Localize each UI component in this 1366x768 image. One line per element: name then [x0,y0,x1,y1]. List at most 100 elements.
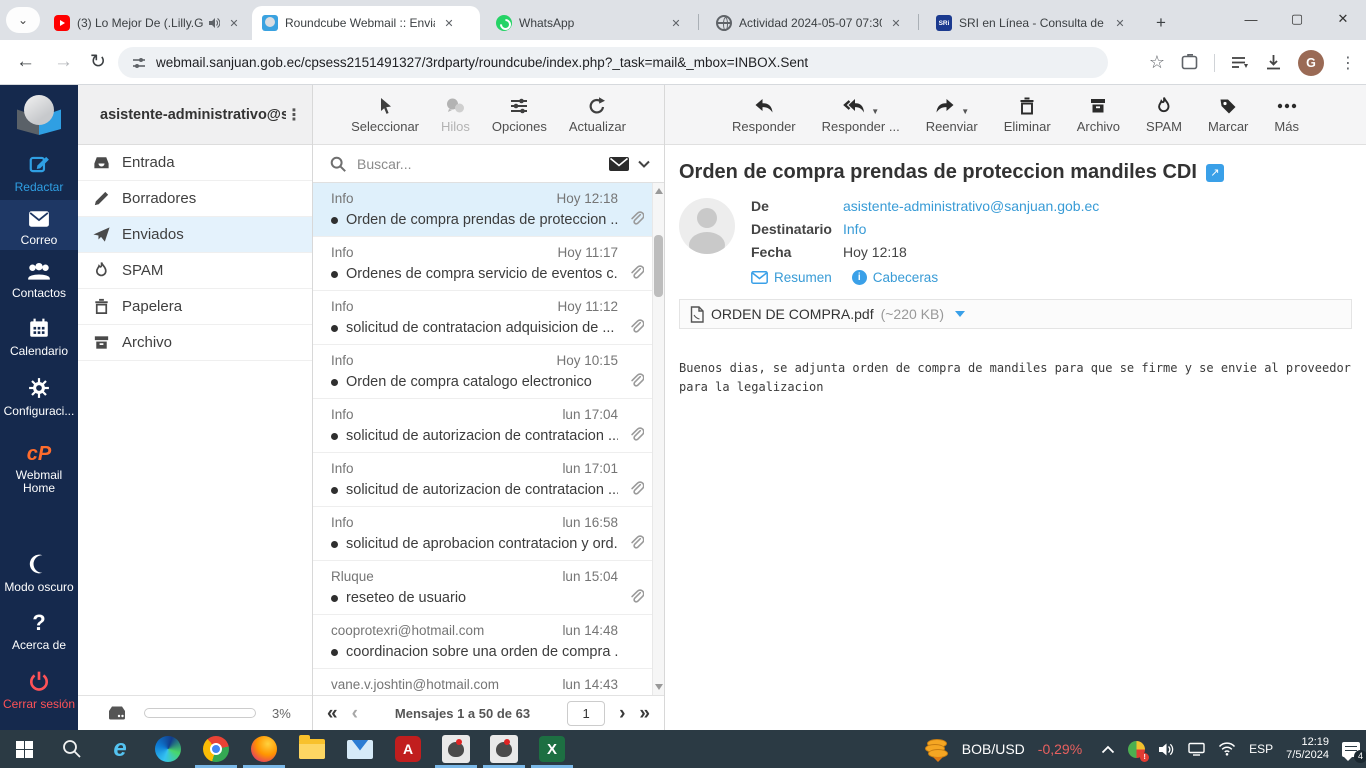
refresh-button[interactable]: ↻ [90,51,106,74]
select-button[interactable]: Seleccionar [351,96,419,134]
threads-button[interactable]: Hilos [441,96,470,134]
attachment-row[interactable]: ORDEN DE COMPRA.pdf (~220 KB) [679,299,1352,329]
more-button[interactable]: Más [1274,96,1299,134]
minimize-button[interactable]: — [1228,0,1274,38]
headers-link[interactable]: i Cabeceras [851,270,938,285]
taskbar-java-app-1[interactable] [432,730,480,768]
sidebar-item-compose[interactable]: Redactar [0,153,78,194]
taskbar-mail[interactable] [336,730,384,768]
folder-item-drafts[interactable]: Borradores [78,181,312,217]
hidden-icons-chevron[interactable] [1101,745,1115,754]
list-scrollbar[interactable] [652,183,664,695]
taskbar-excel[interactable]: X [528,730,576,768]
taskbar-search[interactable] [48,730,96,768]
tab-close-icon[interactable]: ✕ [226,15,242,31]
taskbar-acrobat[interactable]: A [384,730,432,768]
reply-button[interactable]: Responder [732,96,796,134]
tab-close-icon[interactable]: ✕ [441,15,457,31]
taskbar-java-app-2[interactable] [480,730,528,768]
first-page-button[interactable]: « [327,704,338,723]
cast-display-icon[interactable] [1188,742,1205,756]
sidebar-item-dark-mode[interactable]: Modo oscuro [0,553,78,594]
prev-page-button[interactable]: ‹ [352,704,358,723]
new-tab-button[interactable]: + [1148,10,1174,36]
last-page-button[interactable]: » [639,704,650,723]
message-row[interactable]: Info Hoy 11:17 Ordenes de compra servici… [313,237,664,291]
forward-button[interactable]: → [54,51,73,73]
tab-roundcube-active[interactable]: Roundcube Webmail :: Envia ✕ [252,6,480,40]
sidebar-item-mail[interactable]: Correo [0,200,78,250]
address-bar[interactable]: webmail.sanjuan.gob.ec/cpsess2151491327/… [118,47,1108,78]
sidebar-item-contacts[interactable]: Contactos [0,261,78,300]
tab-sri[interactable]: SRi SRI en Línea - Consulta de R ✕ [926,6,1136,40]
taskbar-firefox[interactable] [240,730,288,768]
message-row[interactable]: Info lun 16:58 solicitud de aprobacion c… [313,507,664,561]
notification-center-icon[interactable]: 4 [1342,741,1366,763]
sidebar-item-about[interactable]: ? Acerca de [0,610,78,652]
scroll-up-arrow[interactable] [655,188,663,194]
account-menu-icon[interactable]: ⋮ [286,105,302,125]
taskbar-file-explorer[interactable] [288,730,336,768]
archive-button[interactable]: Archivo [1077,96,1120,134]
refresh-list-button[interactable]: Actualizar [569,96,626,134]
widget-currency-pair[interactable]: BOB/USD [962,741,1025,757]
message-row[interactable]: cooprotexri@hotmail.com lun 14:48 coordi… [313,615,664,669]
taskbar-clock[interactable]: 12:19 7/5/2024 [1286,736,1329,762]
search-scope-envelope-icon[interactable] [608,156,630,172]
close-button[interactable]: ✕ [1320,0,1366,38]
profile-avatar[interactable]: G [1298,49,1324,76]
sidebar-item-webmail-home[interactable]: cP Webmail Home [0,443,78,495]
message-row[interactable]: Info Hoy 12:18 Orden de compra prendas d… [313,183,664,237]
market-widget-icon[interactable] [924,738,949,762]
spam-button[interactable]: SPAM [1146,96,1182,134]
sidebar-item-calendar[interactable]: Calendario [0,317,78,358]
playlist-icon[interactable] [1231,55,1249,71]
maximize-button[interactable]: ▢ [1274,0,1320,38]
options-button[interactable]: Opciones [492,96,547,134]
browser-menu-icon[interactable]: ⋮ [1340,53,1356,73]
open-in-new-window-icon[interactable]: ↗ [1205,163,1224,182]
tab-youtube[interactable]: (3) Lo Mejor De (.Lilly.Go ✕ [44,6,250,40]
sidebar-item-logout[interactable]: Cerrar sesión [0,670,78,711]
chevron-down-icon[interactable] [638,160,650,168]
wifi-icon[interactable] [1218,742,1236,756]
folder-item-archive[interactable]: Archivo [78,325,312,361]
tab-close-icon[interactable]: ✕ [1112,15,1128,31]
attachment-menu-caret[interactable] [955,311,966,317]
tab-whatsapp[interactable]: WhatsApp ✕ [486,6,692,40]
folder-item-spam[interactable]: SPAM [78,253,312,289]
message-row[interactable]: vane.v.joshtin@hotmail.com lun 14:43 [313,669,664,695]
next-page-button[interactable]: › [619,704,625,723]
dropdown-caret[interactable]: ▼ [961,107,969,116]
message-row[interactable]: Info lun 17:01 solicitud de autorizacion… [313,453,664,507]
language-indicator[interactable]: ESP [1249,742,1273,756]
dropdown-caret[interactable]: ▼ [871,107,879,116]
mark-button[interactable]: Marcar [1208,96,1248,134]
volume-icon[interactable] [1158,742,1175,757]
taskbar-chrome[interactable] [192,730,240,768]
taskbar-edge[interactable] [144,730,192,768]
security-status-icon[interactable] [1128,740,1150,762]
tab-scroll-button[interactable]: ⌄ [6,7,40,33]
from-address-link[interactable]: asistente-administrativo@sanjuan.gob.ec [843,198,1099,214]
message-row[interactable]: Info Hoy 11:12 solicitud de contratacion… [313,291,664,345]
start-button[interactable] [0,730,48,768]
to-address-link[interactable]: Info [843,221,866,237]
back-button[interactable]: ← [16,51,35,73]
attachment-name[interactable]: ORDEN DE COMPRA.pdf [711,306,874,322]
tab-close-icon[interactable]: ✕ [888,15,904,31]
forward-button[interactable]: ▼ Reenviar [926,96,978,134]
reply-all-button[interactable]: ▼ Responder ... [822,96,900,134]
tab-actividad[interactable]: Actividad 2024-05-07 07:30: ✕ [706,6,912,40]
delete-button[interactable]: Eliminar [1004,96,1051,134]
widget-change-percent[interactable]: -0,29% [1038,741,1082,757]
folder-item-sent[interactable]: Enviados [78,217,312,253]
folder-item-inbox[interactable]: Entrada [78,145,312,181]
scrollbar-thumb[interactable] [654,235,663,297]
download-icon[interactable] [1265,54,1282,71]
bookmark-star-icon[interactable]: ☆ [1149,52,1165,73]
side-panel-icon[interactable] [1181,54,1198,71]
page-number-input[interactable]: 1 [567,700,606,726]
site-settings-icon[interactable] [132,56,146,70]
scroll-down-arrow[interactable] [655,684,663,690]
